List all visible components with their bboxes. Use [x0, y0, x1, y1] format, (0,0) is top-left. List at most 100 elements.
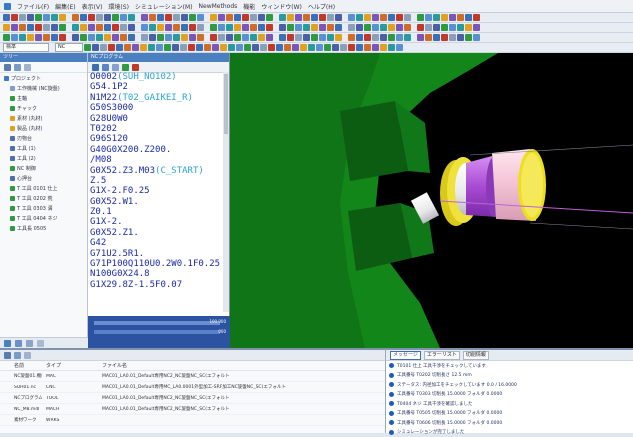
- nc-code-line[interactable]: G28U0W0: [88, 114, 224, 124]
- toolbar-button-icon[interactable]: [212, 44, 219, 51]
- toolbar-button-icon[interactable]: [404, 34, 411, 41]
- tab-messages[interactable]: メッセージ: [390, 351, 421, 360]
- toolbar-button-icon[interactable]: [417, 24, 424, 31]
- toolbar-button-icon[interactable]: [356, 14, 363, 21]
- tree-item[interactable]: 製品 (丸材): [4, 123, 87, 133]
- message-row[interactable]: 工具番号 T0606 切削長 15.0000 フォルダ 0.0000: [386, 418, 633, 428]
- tree-item[interactable]: 刃物台: [4, 133, 87, 143]
- tree-refresh-icon[interactable]: [37, 340, 44, 347]
- toolbar-button-icon[interactable]: [19, 24, 26, 31]
- toolbar-button-icon[interactable]: [43, 34, 50, 41]
- toolbar-button-icon[interactable]: [80, 14, 87, 21]
- toolbar-button-icon[interactable]: [300, 44, 307, 51]
- toolbar-button-icon[interactable]: [311, 34, 318, 41]
- toolbar-button-icon[interactable]: [449, 14, 456, 21]
- toolbar-button-icon[interactable]: [327, 14, 334, 21]
- nc-scrollbar[interactable]: [223, 72, 229, 312]
- 3d-simulation-viewport[interactable]: [230, 53, 633, 348]
- toolbar-button-icon[interactable]: [104, 24, 111, 31]
- toolbar-button-icon[interactable]: [335, 24, 342, 31]
- toolbar-button-icon[interactable]: [204, 44, 211, 51]
- tree-item[interactable]: 工具 (1): [4, 143, 87, 153]
- tree-item[interactable]: T 工具 0101 仕上: [4, 183, 87, 193]
- tree-view-icon[interactable]: [4, 340, 11, 347]
- toolbar-button-icon[interactable]: [11, 14, 18, 21]
- toolbar-button-icon[interactable]: [279, 34, 286, 41]
- toolbar-button-icon[interactable]: [380, 24, 387, 31]
- toolbar-button-icon[interactable]: [149, 34, 156, 41]
- app-icon[interactable]: [4, 3, 11, 10]
- file-remove-icon[interactable]: [24, 352, 31, 359]
- toolbar-button-icon[interactable]: [388, 44, 395, 51]
- nc-code-line[interactable]: N1M22(T02_GAIKEI_R): [88, 93, 224, 103]
- tree-filter-icon[interactable]: [15, 340, 22, 347]
- toolbar-button-icon[interactable]: [404, 24, 411, 31]
- toolbar-button-icon[interactable]: [279, 14, 286, 21]
- toolbar-button-icon[interactable]: [356, 24, 363, 31]
- toolbar-button-icon[interactable]: [141, 34, 148, 41]
- tree-item[interactable]: T 工具 0303 溝: [4, 203, 87, 213]
- toolbar-button-icon[interactable]: [364, 14, 371, 21]
- toolbar-button-icon[interactable]: [473, 24, 480, 31]
- tree-delete-icon[interactable]: [14, 64, 21, 71]
- file-list-row[interactable]: NCプログラム 01TOOLMAC01_LA0.01_Default専用NC2_…: [0, 393, 385, 404]
- toolbar-button-icon[interactable]: [372, 44, 379, 51]
- nc-code-area[interactable]: O0002(SUH_NO102)G54.1P2N1M22(T02_GAIKEI_…: [88, 72, 224, 290]
- nc-code-line[interactable]: Z0.1: [88, 207, 224, 217]
- toolbar-button-icon[interactable]: [3, 24, 10, 31]
- toolbar-button-icon[interactable]: [226, 34, 233, 41]
- file-list-row[interactable]: SUH01.ncCNCMAC01_LA0.01_Default専用MC_LA0.…: [0, 382, 385, 393]
- toolbar-button-icon[interactable]: [59, 14, 66, 21]
- nc-code-line[interactable]: G71U2.5R1.: [88, 249, 224, 259]
- toolbar-button-icon[interactable]: [181, 14, 188, 21]
- toolbar-button-icon[interactable]: [218, 24, 225, 31]
- toolbar-button-icon[interactable]: [165, 14, 172, 21]
- toolbar-button-icon[interactable]: [356, 44, 363, 51]
- toolbar-button-icon[interactable]: [396, 34, 403, 41]
- toolbar-button-icon[interactable]: [197, 14, 204, 21]
- nc-code-line[interactable]: O0002(SUH_NO102): [88, 72, 224, 82]
- toolbar-button-icon[interactable]: [252, 44, 259, 51]
- toolbar-button-icon[interactable]: [141, 14, 148, 21]
- toolbar-button-icon[interactable]: [27, 14, 34, 21]
- toolbar-button-icon[interactable]: [72, 14, 79, 21]
- toolbar-button-icon[interactable]: [372, 14, 379, 21]
- toolbar-button-icon[interactable]: [210, 34, 217, 41]
- toolbar-button-icon[interactable]: [380, 44, 387, 51]
- toolbar-button-icon[interactable]: [425, 24, 432, 31]
- toolbar-button-icon[interactable]: [242, 34, 249, 41]
- nc-code-line[interactable]: G0X52.Z3.M03(C_START): [88, 166, 224, 176]
- message-row[interactable]: 工具番号 T0202 切削長さ 12.5 mm: [386, 371, 633, 381]
- menu-item-settings[interactable]: 環境(S): [108, 2, 129, 11]
- toolbar-button-icon[interactable]: [465, 14, 472, 21]
- message-row[interactable]: T0404 ネジ 工具干渉を確認しました: [386, 399, 633, 409]
- tree-add-icon[interactable]: [4, 64, 11, 71]
- toolbar-button-icon[interactable]: [236, 44, 243, 51]
- toolbar-button-icon[interactable]: [335, 14, 342, 21]
- toolbar-button-icon[interactable]: [258, 24, 265, 31]
- toolbar-button-icon[interactable]: [340, 44, 347, 51]
- toolbar-button-icon[interactable]: [260, 44, 267, 51]
- toolbar-button-icon[interactable]: [27, 24, 34, 31]
- toolbar-button-icon[interactable]: [319, 34, 326, 41]
- toolbar-button-icon[interactable]: [124, 44, 131, 51]
- toolbar-button-icon[interactable]: [319, 14, 326, 21]
- tree-item[interactable]: T 工具 0202 荒: [4, 193, 87, 203]
- nc-code-line[interactable]: /M08: [88, 155, 224, 165]
- toolbar-button-icon[interactable]: [157, 24, 164, 31]
- toolbar-button-icon[interactable]: [295, 34, 302, 41]
- toolbar-button-icon[interactable]: [308, 44, 315, 51]
- toolbar-button-icon[interactable]: [364, 34, 371, 41]
- toolbar-button-icon[interactable]: [120, 24, 127, 31]
- toolbar-button-icon[interactable]: [433, 34, 440, 41]
- toolbar-button-icon[interactable]: [218, 14, 225, 21]
- nc-code-line[interactable]: G54.1P2: [88, 82, 224, 92]
- toolbar-button-icon[interactable]: [165, 24, 172, 31]
- toolbar-button-icon[interactable]: [35, 24, 42, 31]
- toolbar-button-icon[interactable]: [120, 34, 127, 41]
- toolbar-button-icon[interactable]: [128, 24, 135, 31]
- toolbar-button-icon[interactable]: [244, 44, 251, 51]
- toolbar-button-icon[interactable]: [279, 24, 286, 31]
- toolbar-button-icon[interactable]: [180, 44, 187, 51]
- toolbar-button-icon[interactable]: [19, 14, 26, 21]
